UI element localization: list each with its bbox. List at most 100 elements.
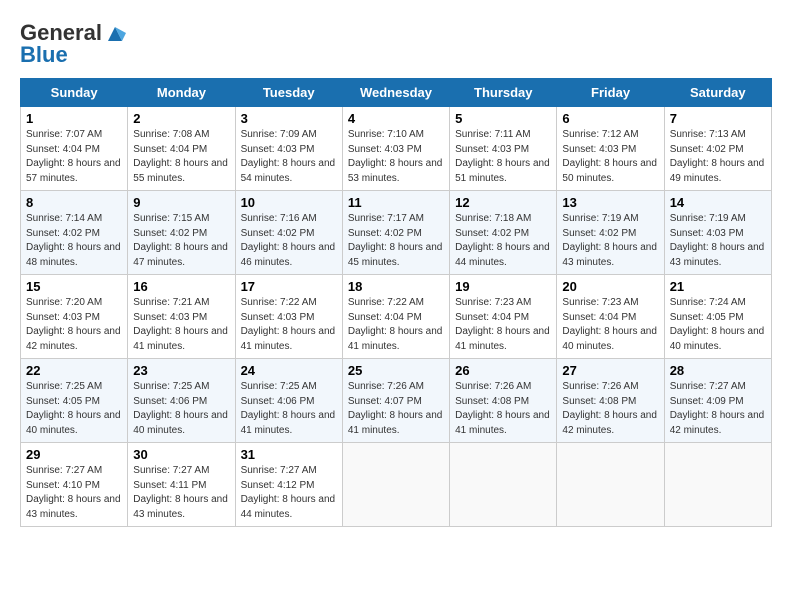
col-tuesday: Tuesday	[235, 79, 342, 107]
table-row: 3 Sunrise: 7:09 AM Sunset: 4:03 PM Dayli…	[235, 107, 342, 191]
day-info: Sunrise: 7:11 AM Sunset: 4:03 PM Dayligh…	[455, 128, 551, 186]
table-row: 5 Sunrise: 7:11 AM Sunset: 4:03 PM Dayli…	[450, 107, 557, 191]
day-number: 31	[241, 447, 337, 462]
day-info: Sunrise: 7:22 AM Sunset: 4:03 PM Dayligh…	[241, 296, 337, 354]
day-number: 14	[670, 195, 766, 210]
table-row: 17 Sunrise: 7:22 AM Sunset: 4:03 PM Dayl…	[235, 275, 342, 359]
day-number: 17	[241, 279, 337, 294]
day-number: 3	[241, 111, 337, 126]
day-info: Sunrise: 7:09 AM Sunset: 4:03 PM Dayligh…	[241, 128, 337, 186]
logo: General Blue	[20, 20, 126, 68]
table-row: 4 Sunrise: 7:10 AM Sunset: 4:03 PM Dayli…	[342, 107, 449, 191]
table-row: 23 Sunrise: 7:25 AM Sunset: 4:06 PM Dayl…	[128, 359, 235, 443]
table-row: 6 Sunrise: 7:12 AM Sunset: 4:03 PM Dayli…	[557, 107, 664, 191]
table-row: 26 Sunrise: 7:26 AM Sunset: 4:08 PM Dayl…	[450, 359, 557, 443]
day-number: 4	[348, 111, 444, 126]
day-number: 30	[133, 447, 229, 462]
day-number: 9	[133, 195, 229, 210]
day-info: Sunrise: 7:27 AM Sunset: 4:12 PM Dayligh…	[241, 464, 337, 522]
col-monday: Monday	[128, 79, 235, 107]
table-row: 12 Sunrise: 7:18 AM Sunset: 4:02 PM Dayl…	[450, 191, 557, 275]
table-row: 25 Sunrise: 7:26 AM Sunset: 4:07 PM Dayl…	[342, 359, 449, 443]
day-number: 27	[562, 363, 658, 378]
day-info: Sunrise: 7:10 AM Sunset: 4:03 PM Dayligh…	[348, 128, 444, 186]
day-number: 10	[241, 195, 337, 210]
day-info: Sunrise: 7:23 AM Sunset: 4:04 PM Dayligh…	[455, 296, 551, 354]
day-number: 8	[26, 195, 122, 210]
table-row: 9 Sunrise: 7:15 AM Sunset: 4:02 PM Dayli…	[128, 191, 235, 275]
day-number: 11	[348, 195, 444, 210]
calendar: Sunday Monday Tuesday Wednesday Thursday…	[20, 78, 772, 527]
table-row: 18 Sunrise: 7:22 AM Sunset: 4:04 PM Dayl…	[342, 275, 449, 359]
day-number: 28	[670, 363, 766, 378]
col-saturday: Saturday	[664, 79, 771, 107]
table-row: 27 Sunrise: 7:26 AM Sunset: 4:08 PM Dayl…	[557, 359, 664, 443]
day-info: Sunrise: 7:08 AM Sunset: 4:04 PM Dayligh…	[133, 128, 229, 186]
table-row: 31 Sunrise: 7:27 AM Sunset: 4:12 PM Dayl…	[235, 443, 342, 527]
day-number: 18	[348, 279, 444, 294]
day-info: Sunrise: 7:19 AM Sunset: 4:02 PM Dayligh…	[562, 212, 658, 270]
day-info: Sunrise: 7:27 AM Sunset: 4:10 PM Dayligh…	[26, 464, 122, 522]
day-number: 6	[562, 111, 658, 126]
day-info: Sunrise: 7:27 AM Sunset: 4:11 PM Dayligh…	[133, 464, 229, 522]
day-number: 26	[455, 363, 551, 378]
day-info: Sunrise: 7:17 AM Sunset: 4:02 PM Dayligh…	[348, 212, 444, 270]
day-number: 15	[26, 279, 122, 294]
logo-blue-text: Blue	[20, 42, 68, 68]
table-row: 15 Sunrise: 7:20 AM Sunset: 4:03 PM Dayl…	[21, 275, 128, 359]
day-number: 5	[455, 111, 551, 126]
day-number: 22	[26, 363, 122, 378]
table-row: 29 Sunrise: 7:27 AM Sunset: 4:10 PM Dayl…	[21, 443, 128, 527]
day-number: 1	[26, 111, 122, 126]
table-row: 13 Sunrise: 7:19 AM Sunset: 4:02 PM Dayl…	[557, 191, 664, 275]
day-info: Sunrise: 7:21 AM Sunset: 4:03 PM Dayligh…	[133, 296, 229, 354]
day-info: Sunrise: 7:07 AM Sunset: 4:04 PM Dayligh…	[26, 128, 122, 186]
table-row: 19 Sunrise: 7:23 AM Sunset: 4:04 PM Dayl…	[450, 275, 557, 359]
table-row	[557, 443, 664, 527]
day-info: Sunrise: 7:15 AM Sunset: 4:02 PM Dayligh…	[133, 212, 229, 270]
table-row: 21 Sunrise: 7:24 AM Sunset: 4:05 PM Dayl…	[664, 275, 771, 359]
day-info: Sunrise: 7:27 AM Sunset: 4:09 PM Dayligh…	[670, 380, 766, 438]
day-info: Sunrise: 7:16 AM Sunset: 4:02 PM Dayligh…	[241, 212, 337, 270]
day-info: Sunrise: 7:25 AM Sunset: 4:06 PM Dayligh…	[133, 380, 229, 438]
table-row: 10 Sunrise: 7:16 AM Sunset: 4:02 PM Dayl…	[235, 191, 342, 275]
day-info: Sunrise: 7:22 AM Sunset: 4:04 PM Dayligh…	[348, 296, 444, 354]
day-number: 24	[241, 363, 337, 378]
table-row: 16 Sunrise: 7:21 AM Sunset: 4:03 PM Dayl…	[128, 275, 235, 359]
table-row: 1 Sunrise: 7:07 AM Sunset: 4:04 PM Dayli…	[21, 107, 128, 191]
day-info: Sunrise: 7:24 AM Sunset: 4:05 PM Dayligh…	[670, 296, 766, 354]
day-number: 7	[670, 111, 766, 126]
table-row: 7 Sunrise: 7:13 AM Sunset: 4:02 PM Dayli…	[664, 107, 771, 191]
day-info: Sunrise: 7:20 AM Sunset: 4:03 PM Dayligh…	[26, 296, 122, 354]
day-number: 21	[670, 279, 766, 294]
day-info: Sunrise: 7:26 AM Sunset: 4:08 PM Dayligh…	[455, 380, 551, 438]
day-number: 13	[562, 195, 658, 210]
table-row: 28 Sunrise: 7:27 AM Sunset: 4:09 PM Dayl…	[664, 359, 771, 443]
logo-icon	[104, 23, 126, 43]
day-info: Sunrise: 7:26 AM Sunset: 4:07 PM Dayligh…	[348, 380, 444, 438]
col-friday: Friday	[557, 79, 664, 107]
day-number: 2	[133, 111, 229, 126]
day-info: Sunrise: 7:19 AM Sunset: 4:03 PM Dayligh…	[670, 212, 766, 270]
col-wednesday: Wednesday	[342, 79, 449, 107]
day-info: Sunrise: 7:12 AM Sunset: 4:03 PM Dayligh…	[562, 128, 658, 186]
table-row: 8 Sunrise: 7:14 AM Sunset: 4:02 PM Dayli…	[21, 191, 128, 275]
table-row: 11 Sunrise: 7:17 AM Sunset: 4:02 PM Dayl…	[342, 191, 449, 275]
table-row: 24 Sunrise: 7:25 AM Sunset: 4:06 PM Dayl…	[235, 359, 342, 443]
table-row	[342, 443, 449, 527]
table-row	[450, 443, 557, 527]
day-number: 25	[348, 363, 444, 378]
header: General Blue	[20, 20, 772, 68]
col-sunday: Sunday	[21, 79, 128, 107]
day-number: 29	[26, 447, 122, 462]
table-row: 20 Sunrise: 7:23 AM Sunset: 4:04 PM Dayl…	[557, 275, 664, 359]
day-info: Sunrise: 7:18 AM Sunset: 4:02 PM Dayligh…	[455, 212, 551, 270]
day-info: Sunrise: 7:26 AM Sunset: 4:08 PM Dayligh…	[562, 380, 658, 438]
table-row: 30 Sunrise: 7:27 AM Sunset: 4:11 PM Dayl…	[128, 443, 235, 527]
day-info: Sunrise: 7:14 AM Sunset: 4:02 PM Dayligh…	[26, 212, 122, 270]
day-number: 23	[133, 363, 229, 378]
day-info: Sunrise: 7:23 AM Sunset: 4:04 PM Dayligh…	[562, 296, 658, 354]
col-thursday: Thursday	[450, 79, 557, 107]
table-row: 2 Sunrise: 7:08 AM Sunset: 4:04 PM Dayli…	[128, 107, 235, 191]
table-row: 14 Sunrise: 7:19 AM Sunset: 4:03 PM Dayl…	[664, 191, 771, 275]
